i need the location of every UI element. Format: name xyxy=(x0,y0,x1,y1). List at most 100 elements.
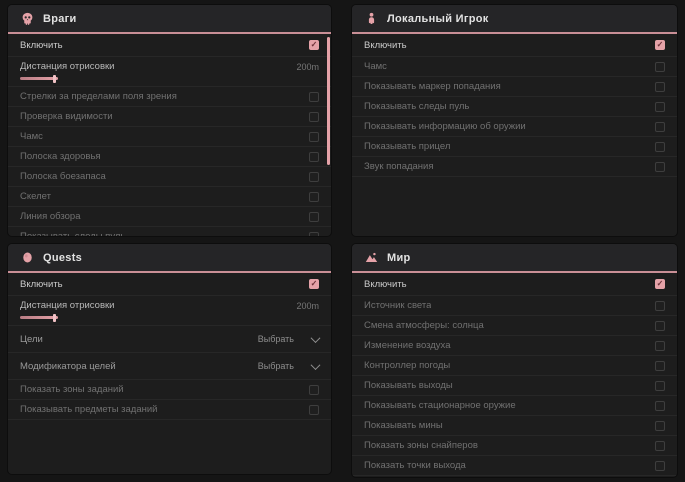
setting-row: Показывать прицел xyxy=(352,137,677,157)
panel-quests: Quests Включить✓Дистанция отрисовки200mЦ… xyxy=(8,244,331,474)
setting-label: Показать точки выхода xyxy=(364,460,466,471)
checkbox[interactable] xyxy=(655,401,665,411)
checkbox[interactable] xyxy=(309,152,319,162)
setting-label: Показывать выходы xyxy=(364,380,453,391)
checkbox[interactable] xyxy=(655,102,665,112)
setting-label: Показывать предметы заданий xyxy=(20,404,157,415)
setting-label: Показать зоны заданий xyxy=(20,384,124,395)
setting-label: Чамс xyxy=(364,61,387,72)
setting-row: Показать точки выхода xyxy=(352,456,677,476)
checkbox[interactable] xyxy=(309,405,319,415)
checkbox[interactable] xyxy=(655,361,665,371)
setting-label: Смена атмосферы: солнца xyxy=(364,320,484,331)
setting-row: Смена атмосферы: солнца xyxy=(352,316,677,336)
setting-row: Стрелки за пределами поля зрения xyxy=(8,87,331,107)
panel-title: Враги xyxy=(43,13,77,25)
slider-track[interactable] xyxy=(20,316,58,319)
setting-row: Включить ✓ xyxy=(8,273,331,296)
dropdown[interactable]: Выбрать xyxy=(258,361,319,371)
setting-row: Проверка видимости xyxy=(8,107,331,127)
dropdown-row: Модификатора целей Выбрать xyxy=(8,353,331,380)
slider-label: Дистанция отрисовки xyxy=(20,300,114,311)
setting-label: Источник света xyxy=(364,300,431,311)
checkbox[interactable] xyxy=(309,232,319,237)
setting-label: Стрелки за пределами поля зрения xyxy=(20,91,177,102)
slider-label: Дистанция отрисовки xyxy=(20,61,114,72)
checkbox[interactable] xyxy=(655,421,665,431)
checkbox[interactable] xyxy=(309,132,319,142)
setting-label: Включить xyxy=(20,40,63,51)
checkbox[interactable] xyxy=(655,301,665,311)
checkbox[interactable] xyxy=(655,321,665,331)
setting-label: Показать зоны снайперов xyxy=(364,440,478,451)
checkbox[interactable]: ✓ xyxy=(309,40,319,50)
checkbox[interactable]: ✓ xyxy=(655,279,665,289)
panel-quests-body: Включить✓Дистанция отрисовки200mЦелиВыбр… xyxy=(8,273,331,420)
panel-enemies: Враги Включить ✓ Дистанция отрисовки200m Ст… xyxy=(8,5,331,236)
setting-label: Включить xyxy=(364,40,407,51)
checkbox[interactable] xyxy=(655,162,665,172)
slider-row: Дистанция отрисовки200m xyxy=(8,57,331,87)
dropdown-label: Цели xyxy=(20,334,43,345)
panel-world: Мир Включить ✓ Источник света Смена атмосфе… xyxy=(352,244,677,477)
checkbox[interactable] xyxy=(655,381,665,391)
checkbox[interactable] xyxy=(655,62,665,72)
slider-thumb[interactable] xyxy=(53,75,56,83)
checkbox[interactable] xyxy=(309,385,319,395)
checkbox[interactable] xyxy=(309,112,319,122)
setting-row: Изменение воздуха xyxy=(352,336,677,356)
setting-label: Линия обзора xyxy=(20,211,81,222)
setting-row: Скелет xyxy=(8,187,331,207)
setting-label: Включить xyxy=(364,279,407,290)
panel-world-header: Мир xyxy=(352,244,677,273)
chevron-down-icon xyxy=(311,360,321,370)
checkbox[interactable] xyxy=(655,441,665,451)
setting-label: Показывать информацию об оружии xyxy=(364,121,526,132)
panel-enemies-body: Включить ✓ Дистанция отрисовки200m Стрелки … xyxy=(8,34,331,236)
quest-icon xyxy=(21,251,34,264)
dropdown-value: Выбрать xyxy=(258,334,294,344)
setting-row: Показывать следы пуль xyxy=(8,227,331,236)
checkbox[interactable] xyxy=(309,192,319,202)
setting-row: Звук попадания xyxy=(352,157,677,177)
checkbox[interactable] xyxy=(655,461,665,471)
slider-thumb[interactable] xyxy=(53,314,56,322)
setting-row: Показывать стационарное оружие xyxy=(352,396,677,416)
checkbox[interactable] xyxy=(309,172,319,182)
setting-label: Показывать стационарное оружие xyxy=(364,400,516,411)
setting-row: Показывать выходы xyxy=(352,376,677,396)
panel-enemies-header: Враги xyxy=(8,5,331,34)
setting-label: Полоска боезапаса xyxy=(20,171,106,182)
checkbox[interactable] xyxy=(655,341,665,351)
slider-track[interactable] xyxy=(20,77,58,80)
setting-row: Показывать маркер попадания xyxy=(352,77,677,97)
setting-row: Чамс xyxy=(352,57,677,77)
dropdown[interactable]: Выбрать xyxy=(258,334,319,344)
checkbox[interactable] xyxy=(655,142,665,152)
checkbox[interactable]: ✓ xyxy=(655,40,665,50)
panel-title: Локальный Игрок xyxy=(387,13,489,25)
person-icon xyxy=(365,12,378,25)
panel-quests-header: Quests xyxy=(8,244,331,273)
setting-label: Показывать мины xyxy=(364,420,443,431)
scrollbar[interactable] xyxy=(327,37,330,165)
setting-row: Включить ✓ xyxy=(8,34,331,57)
checkbox[interactable] xyxy=(309,212,319,222)
checkbox[interactable] xyxy=(655,122,665,132)
setting-row: Полоска здоровья xyxy=(8,147,331,167)
dropdown-value: Выбрать xyxy=(258,361,294,371)
panel-title: Мир xyxy=(387,252,411,264)
chevron-down-icon xyxy=(311,333,321,343)
panel-title: Quests xyxy=(43,252,82,264)
checkbox[interactable] xyxy=(655,82,665,92)
setting-row: Показывать следы пуль xyxy=(352,97,677,117)
setting-row: Включить ✓ xyxy=(352,273,677,296)
checkbox[interactable] xyxy=(309,92,319,102)
setting-row: Контроллер погоды xyxy=(352,356,677,376)
checkbox[interactable]: ✓ xyxy=(309,279,319,289)
setting-row: Линия обзора xyxy=(8,207,331,227)
setting-label: Включить xyxy=(20,279,63,290)
setting-label: Показывать прицел xyxy=(364,141,450,152)
setting-label: Скелет xyxy=(20,191,51,202)
dropdown-label: Модификатора целей xyxy=(20,361,116,372)
